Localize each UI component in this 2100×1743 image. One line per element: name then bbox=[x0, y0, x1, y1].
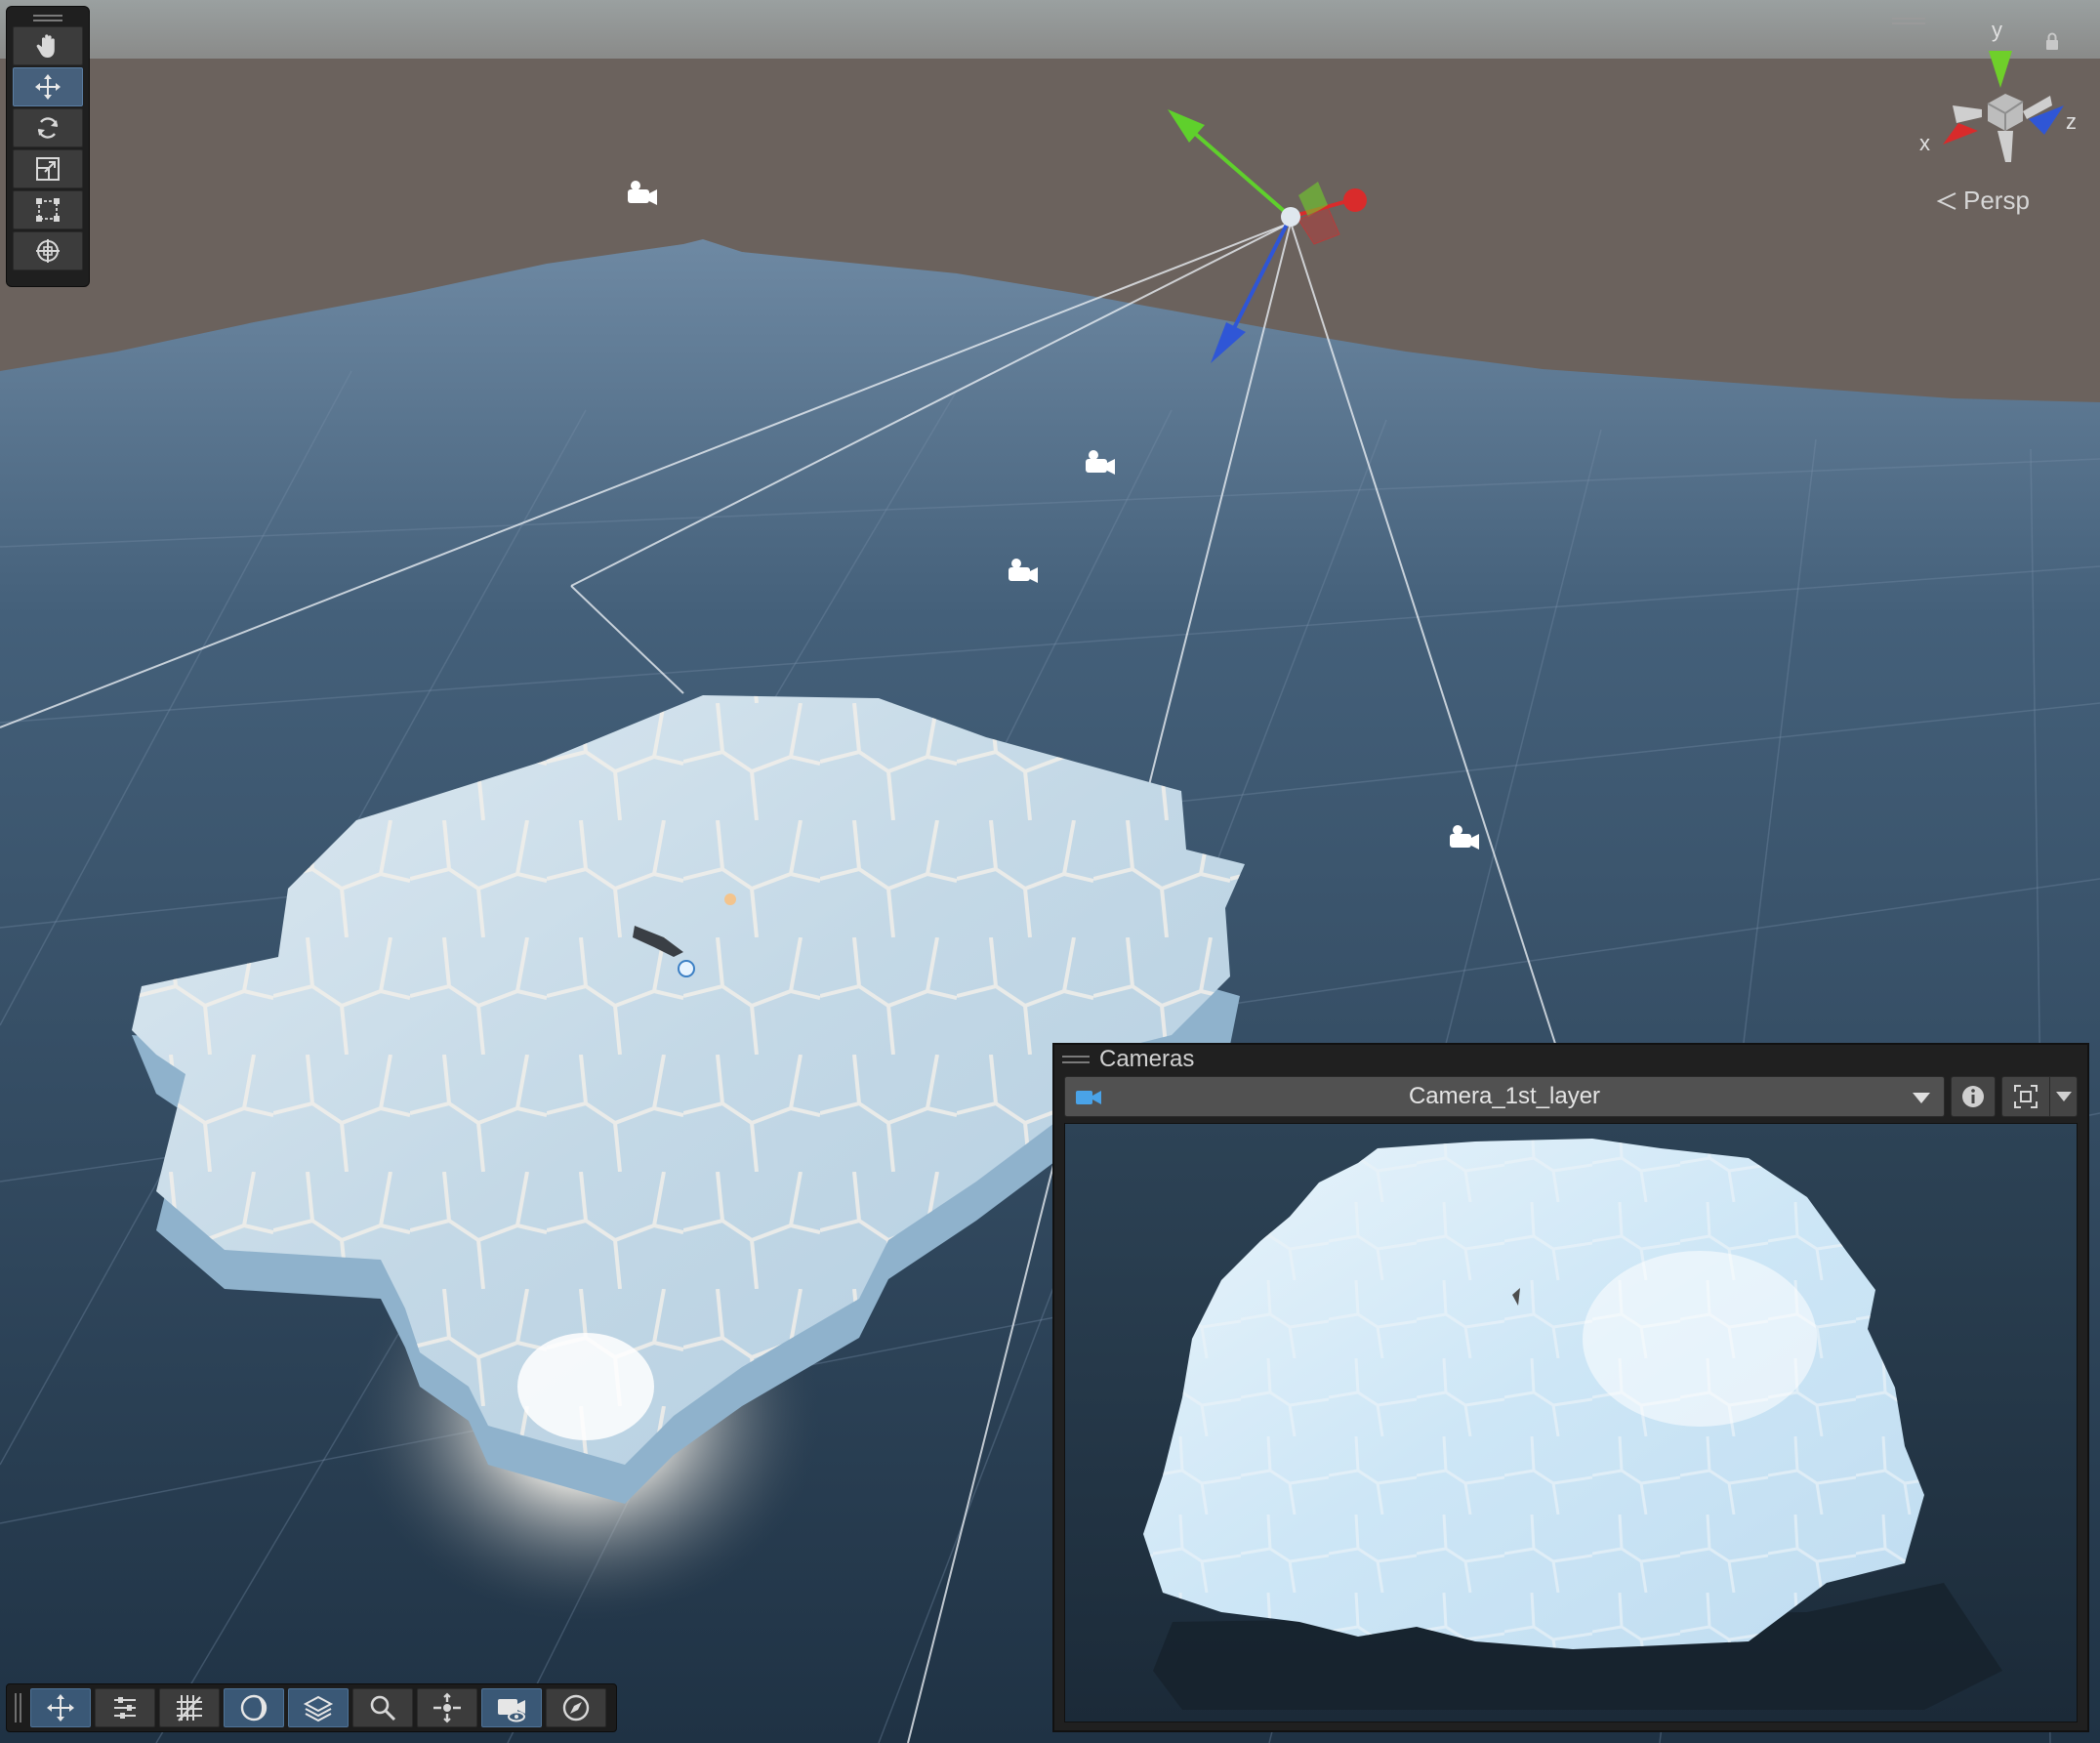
y-axis-cone bbox=[1989, 51, 2012, 88]
cameras-overlay-panel: Cameras Camera_1st_layer bbox=[1052, 1043, 2089, 1732]
fit-view-button[interactable] bbox=[2002, 1077, 2050, 1116]
shading-icon bbox=[240, 1694, 268, 1722]
hand-icon bbox=[36, 34, 55, 58]
axis-label-z: z bbox=[2066, 109, 2077, 134]
fit-options-dropdown[interactable] bbox=[2050, 1077, 2077, 1116]
search-icon bbox=[370, 1695, 396, 1722]
cameras-panel-header[interactable]: Cameras bbox=[1054, 1045, 2087, 1074]
camera-fit-split-button bbox=[2001, 1076, 2078, 1117]
search-button[interactable] bbox=[352, 1688, 413, 1727]
camera-dropdown[interactable]: Camera_1st_layer bbox=[1064, 1076, 1945, 1117]
rect-transform-icon bbox=[36, 198, 60, 222]
tool-palette bbox=[6, 6, 90, 287]
axis-label-y: y bbox=[1992, 18, 2002, 42]
rotate-tool-button[interactable] bbox=[13, 108, 83, 147]
info-icon bbox=[1962, 1086, 1984, 1107]
grid-snapping-button[interactable] bbox=[159, 1688, 220, 1727]
orientation-gizmo[interactable]: y x z bbox=[1914, 16, 2089, 211]
compass-icon bbox=[562, 1694, 590, 1722]
scene-view[interactable]: y x z Persp Cameras Camera_1st_layer bbox=[0, 0, 2100, 1743]
camera-preview-viewport[interactable] bbox=[1064, 1123, 2078, 1722]
x-axis-handle bbox=[1343, 188, 1367, 212]
camera-selector-row: Camera_1st_layer bbox=[1064, 1076, 2078, 1117]
fit-frame-icon bbox=[2014, 1085, 2038, 1108]
rect-tool-button[interactable] bbox=[13, 190, 83, 229]
chevron-down-icon bbox=[1913, 1093, 1930, 1103]
draw-mode-button[interactable] bbox=[224, 1688, 284, 1727]
camera-info-button[interactable] bbox=[1951, 1076, 1996, 1117]
grid-icon bbox=[177, 1695, 202, 1722]
light-source-icon[interactable] bbox=[724, 893, 736, 905]
perspective-icon bbox=[1936, 191, 1956, 210]
layers-icon bbox=[303, 1695, 334, 1722]
tool-settings-button[interactable] bbox=[95, 1688, 155, 1727]
overlay-toolbar-grip[interactable] bbox=[15, 1693, 24, 1722]
selected-camera-name: Camera_1st_layer bbox=[1408, 1083, 1601, 1109]
settings-sliders-icon bbox=[114, 1697, 136, 1719]
hand-tool-button[interactable] bbox=[13, 26, 83, 65]
chevron-down-icon bbox=[2055, 1092, 2072, 1101]
projection-toggle[interactable]: Persp bbox=[1936, 186, 2030, 216]
center-pivot-button[interactable] bbox=[417, 1688, 477, 1727]
camera-preview-button[interactable] bbox=[481, 1688, 542, 1727]
cameras-panel-title: Cameras bbox=[1099, 1046, 1195, 1072]
overlay-toolbar bbox=[6, 1683, 617, 1732]
axis-label-x: x bbox=[1919, 131, 1930, 155]
navigation-button[interactable] bbox=[546, 1688, 606, 1727]
move-tool-button[interactable] bbox=[13, 67, 83, 106]
transform-tool-button[interactable] bbox=[13, 231, 83, 270]
layers-button[interactable] bbox=[288, 1688, 349, 1727]
camera-eye-icon bbox=[498, 1699, 525, 1722]
tool-palette-grip[interactable] bbox=[13, 11, 83, 24]
cameras-panel-grip[interactable] bbox=[1062, 1056, 1090, 1063]
lightning-icon[interactable] bbox=[678, 960, 695, 977]
video-camera-icon bbox=[1076, 1091, 1101, 1104]
move-icon bbox=[47, 1694, 74, 1722]
camera-preview-render bbox=[1065, 1124, 2077, 1722]
ice-glare bbox=[517, 1333, 654, 1440]
scale-icon bbox=[36, 157, 60, 181]
scale-tool-button[interactable] bbox=[13, 149, 83, 188]
move-tool-overlay-button[interactable] bbox=[30, 1688, 91, 1727]
transform-icon bbox=[36, 239, 60, 263]
rotate-icon bbox=[37, 117, 59, 139]
x-axis-cone bbox=[1943, 123, 1978, 145]
projection-label: Persp bbox=[1963, 186, 2030, 215]
center-icon bbox=[433, 1692, 461, 1723]
move-icon bbox=[35, 74, 61, 100]
